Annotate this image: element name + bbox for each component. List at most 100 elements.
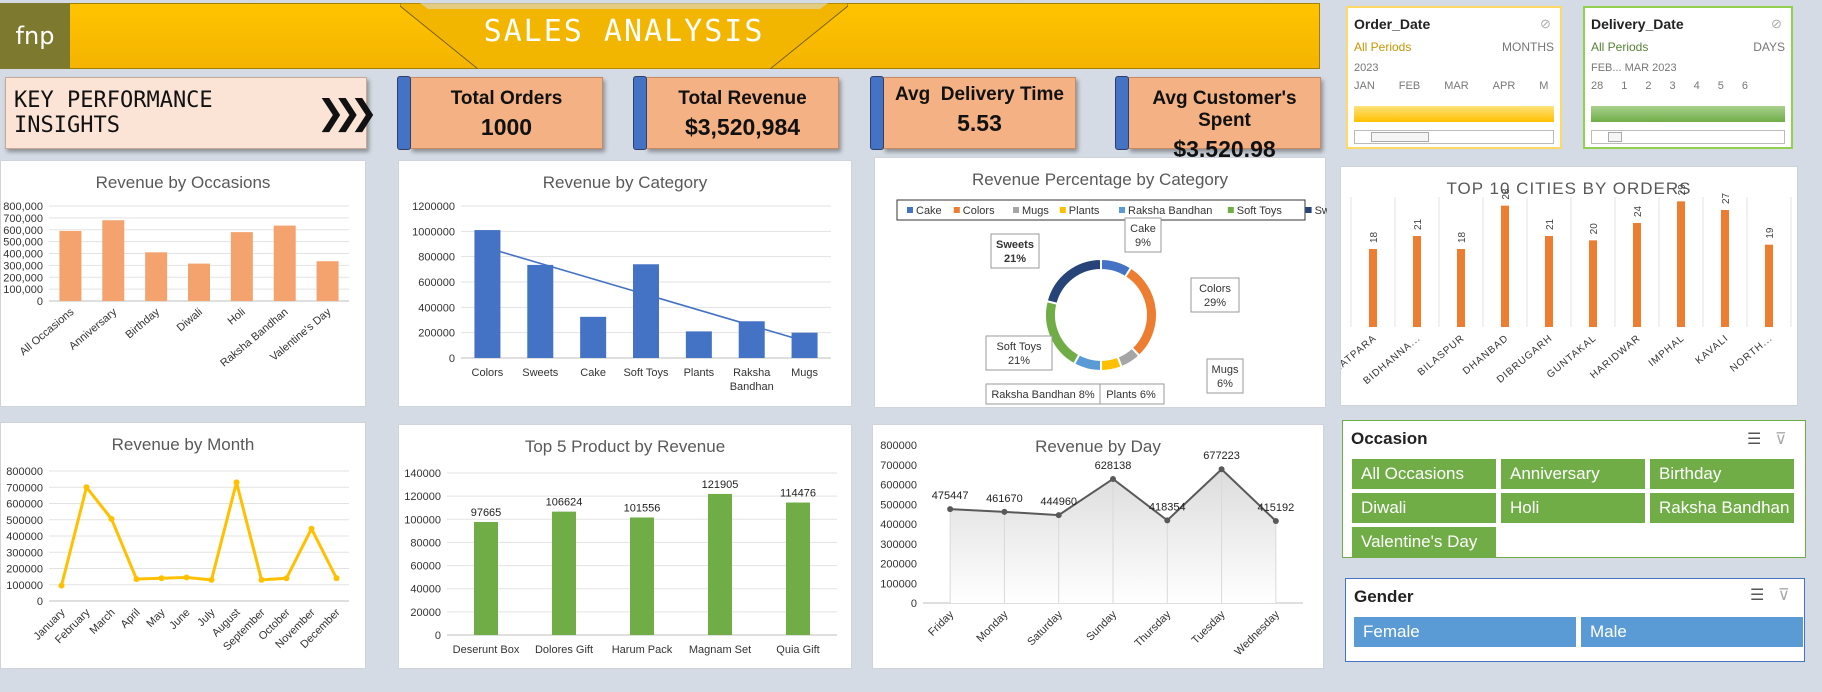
data-point bbox=[1218, 466, 1225, 473]
gender-slicer: Gender ☰ ⊽ Female Male bbox=[1345, 578, 1805, 662]
x-tick-label: Diwali bbox=[175, 306, 205, 334]
page-title: SALES ANALYSIS bbox=[483, 14, 765, 49]
order-date-timeline[interactable]: Order_Date ⊘ All Periods MONTHS 2023 JAN F… bbox=[1346, 6, 1562, 149]
y-tick-label: 0 bbox=[911, 598, 917, 610]
data-label: 29 bbox=[1677, 184, 1688, 196]
kpi-total-revenue: Total Revenue $3,520,984 bbox=[633, 76, 839, 150]
kpi-accent-bar bbox=[870, 76, 884, 150]
data-label: 628138 bbox=[1095, 460, 1132, 472]
bar bbox=[1721, 210, 1729, 327]
chart-top-cities: 18BHATPARA21BIDHANNA...18BILASPUR28DHANB… bbox=[1341, 184, 1792, 387]
bar bbox=[786, 502, 810, 635]
timeline-tick: APR bbox=[1492, 80, 1516, 92]
y-tick-label: 300000 bbox=[6, 547, 43, 559]
chart-revenue-day: 0 100000 200000 300000 400000 500000 600000 700… bbox=[880, 440, 1303, 658]
data-point bbox=[283, 575, 290, 582]
timeline-range-bar[interactable] bbox=[1591, 106, 1785, 122]
x-tick-label: Wednesday bbox=[1233, 608, 1283, 658]
timeline-scrollbar[interactable] bbox=[1354, 130, 1554, 144]
slicer-item-diwali[interactable]: Diwali bbox=[1352, 493, 1496, 523]
timeline-tick: JAN bbox=[1354, 80, 1375, 92]
panel-revenue-month: Revenue by Month 0 100000 200000 300000 4000… bbox=[0, 422, 366, 669]
data-label: 21% bbox=[1004, 253, 1026, 265]
y-tick-label: 100000 bbox=[6, 580, 43, 592]
x-tick-label: IMPHAL bbox=[1647, 333, 1687, 369]
timeline-ticks: 28 1 2 3 4 5 6 bbox=[1585, 74, 1791, 92]
y-tick-label: 200000 bbox=[418, 328, 455, 340]
data-label: 21% bbox=[1008, 355, 1030, 367]
y-tick-label: 800000 bbox=[6, 466, 43, 478]
bar bbox=[145, 252, 168, 301]
bar bbox=[527, 264, 554, 358]
y-tick-label: 80000 bbox=[410, 537, 441, 549]
y-tick-label: 700000 bbox=[6, 482, 43, 494]
slicer-item-birthday[interactable]: Birthday bbox=[1650, 459, 1794, 489]
data-point bbox=[333, 575, 340, 582]
logo-text: fnp bbox=[15, 22, 55, 50]
y-tick-label: 600000 bbox=[880, 480, 917, 492]
data-label: 101556 bbox=[624, 502, 661, 514]
y-tick-label: 500000 bbox=[880, 499, 917, 511]
timeline-unit[interactable]: MONTHS bbox=[1502, 40, 1554, 54]
timeline-unit[interactable]: DAYS bbox=[1753, 40, 1785, 54]
bar bbox=[316, 261, 339, 301]
y-tick-label: 600,000 bbox=[3, 225, 43, 237]
slicer-item-raksha-bandhan[interactable]: Raksha Bandhan bbox=[1650, 493, 1794, 523]
chart-revenue-month: 0 100000 200000 300000 400000 500000 600000 700… bbox=[6, 466, 349, 653]
data-label: 29% bbox=[1204, 297, 1226, 309]
y-tick-label: 140000 bbox=[404, 468, 441, 480]
data-label: 28 bbox=[1501, 188, 1512, 200]
data-label: 21 bbox=[1545, 218, 1556, 230]
panel-top-products: Top 5 Product by Revenue 0 20000 40000 6000… bbox=[398, 424, 852, 669]
data-point bbox=[1272, 517, 1279, 524]
kpi-label: Avg Delivery Time bbox=[895, 84, 1064, 105]
data-label: 97665 bbox=[471, 507, 502, 519]
data-label: Plants 6% bbox=[1106, 389, 1156, 401]
slicer-item-holi[interactable]: Holi bbox=[1501, 493, 1645, 523]
y-tick-label: 400000 bbox=[880, 519, 917, 531]
multi-select-icon[interactable]: ☰ bbox=[1750, 585, 1764, 605]
legend-swatch bbox=[1013, 207, 1019, 213]
timeline-tick: 4 bbox=[1693, 80, 1700, 92]
delivery-date-timeline[interactable]: Delivery_Date ⊘ All Periods DAYS FEB... M… bbox=[1583, 6, 1793, 149]
clear-filter-icon[interactable]: ⊘ bbox=[1771, 16, 1789, 31]
bar bbox=[738, 321, 765, 358]
kpi-insights-banner: KEY PERFORMANCE INSIGHTS ❯❯❯ bbox=[5, 77, 378, 149]
timeline-range-bar[interactable] bbox=[1354, 106, 1554, 122]
slicer-item-female[interactable]: Female bbox=[1354, 617, 1576, 647]
panel-revenue-percentage: Revenue Percentage by Category Cake Color… bbox=[874, 157, 1327, 408]
x-tick-label: Soft Toys bbox=[623, 367, 669, 379]
y-tick-label: 400000 bbox=[6, 531, 43, 543]
x-tick-label: March bbox=[88, 607, 118, 637]
y-tick-label: 0 bbox=[37, 596, 43, 608]
kpi-label: Total Orders bbox=[450, 88, 563, 109]
multi-select-icon[interactable]: ☰ bbox=[1747, 429, 1761, 449]
clear-filter-icon[interactable]: ⊽ bbox=[1775, 429, 1787, 449]
bar bbox=[1501, 205, 1509, 327]
timeline-scrollbar[interactable] bbox=[1591, 130, 1785, 144]
timeline-tick: M bbox=[1539, 80, 1549, 92]
data-point bbox=[158, 575, 165, 582]
clear-filter-icon[interactable]: ⊘ bbox=[1540, 16, 1558, 31]
x-tick-label: Plants bbox=[684, 367, 715, 379]
kpi-total-orders: Total Orders 1000 bbox=[397, 76, 603, 150]
data-label: 20 bbox=[1589, 223, 1600, 235]
timeline-title: Order_Date bbox=[1354, 16, 1431, 32]
clear-filter-icon[interactable]: ⊽ bbox=[1778, 585, 1790, 605]
y-tick-label: 120000 bbox=[404, 491, 441, 503]
data-label: 21 bbox=[1413, 218, 1424, 230]
kpi-accent-bar bbox=[1115, 76, 1129, 150]
slicer-item-all-occasions[interactable]: All Occasions bbox=[1352, 459, 1496, 489]
x-tick-label: Birthday bbox=[123, 306, 162, 341]
bar bbox=[708, 493, 732, 635]
slicer-item-male[interactable]: Male bbox=[1581, 617, 1803, 647]
timeline-tick: 3 bbox=[1669, 80, 1676, 92]
x-tick-label: NORTH... bbox=[1728, 333, 1775, 375]
slicer-item-anniversary[interactable]: Anniversary bbox=[1501, 459, 1645, 489]
data-label: 27 bbox=[1721, 192, 1732, 204]
data-label: Cake bbox=[1130, 223, 1156, 235]
donut-slice bbox=[1100, 355, 1123, 373]
bar bbox=[791, 332, 818, 358]
x-tick-label: Tuesday bbox=[1190, 608, 1228, 646]
slicer-item-valentines-day[interactable]: Valentine's Day bbox=[1352, 527, 1496, 557]
